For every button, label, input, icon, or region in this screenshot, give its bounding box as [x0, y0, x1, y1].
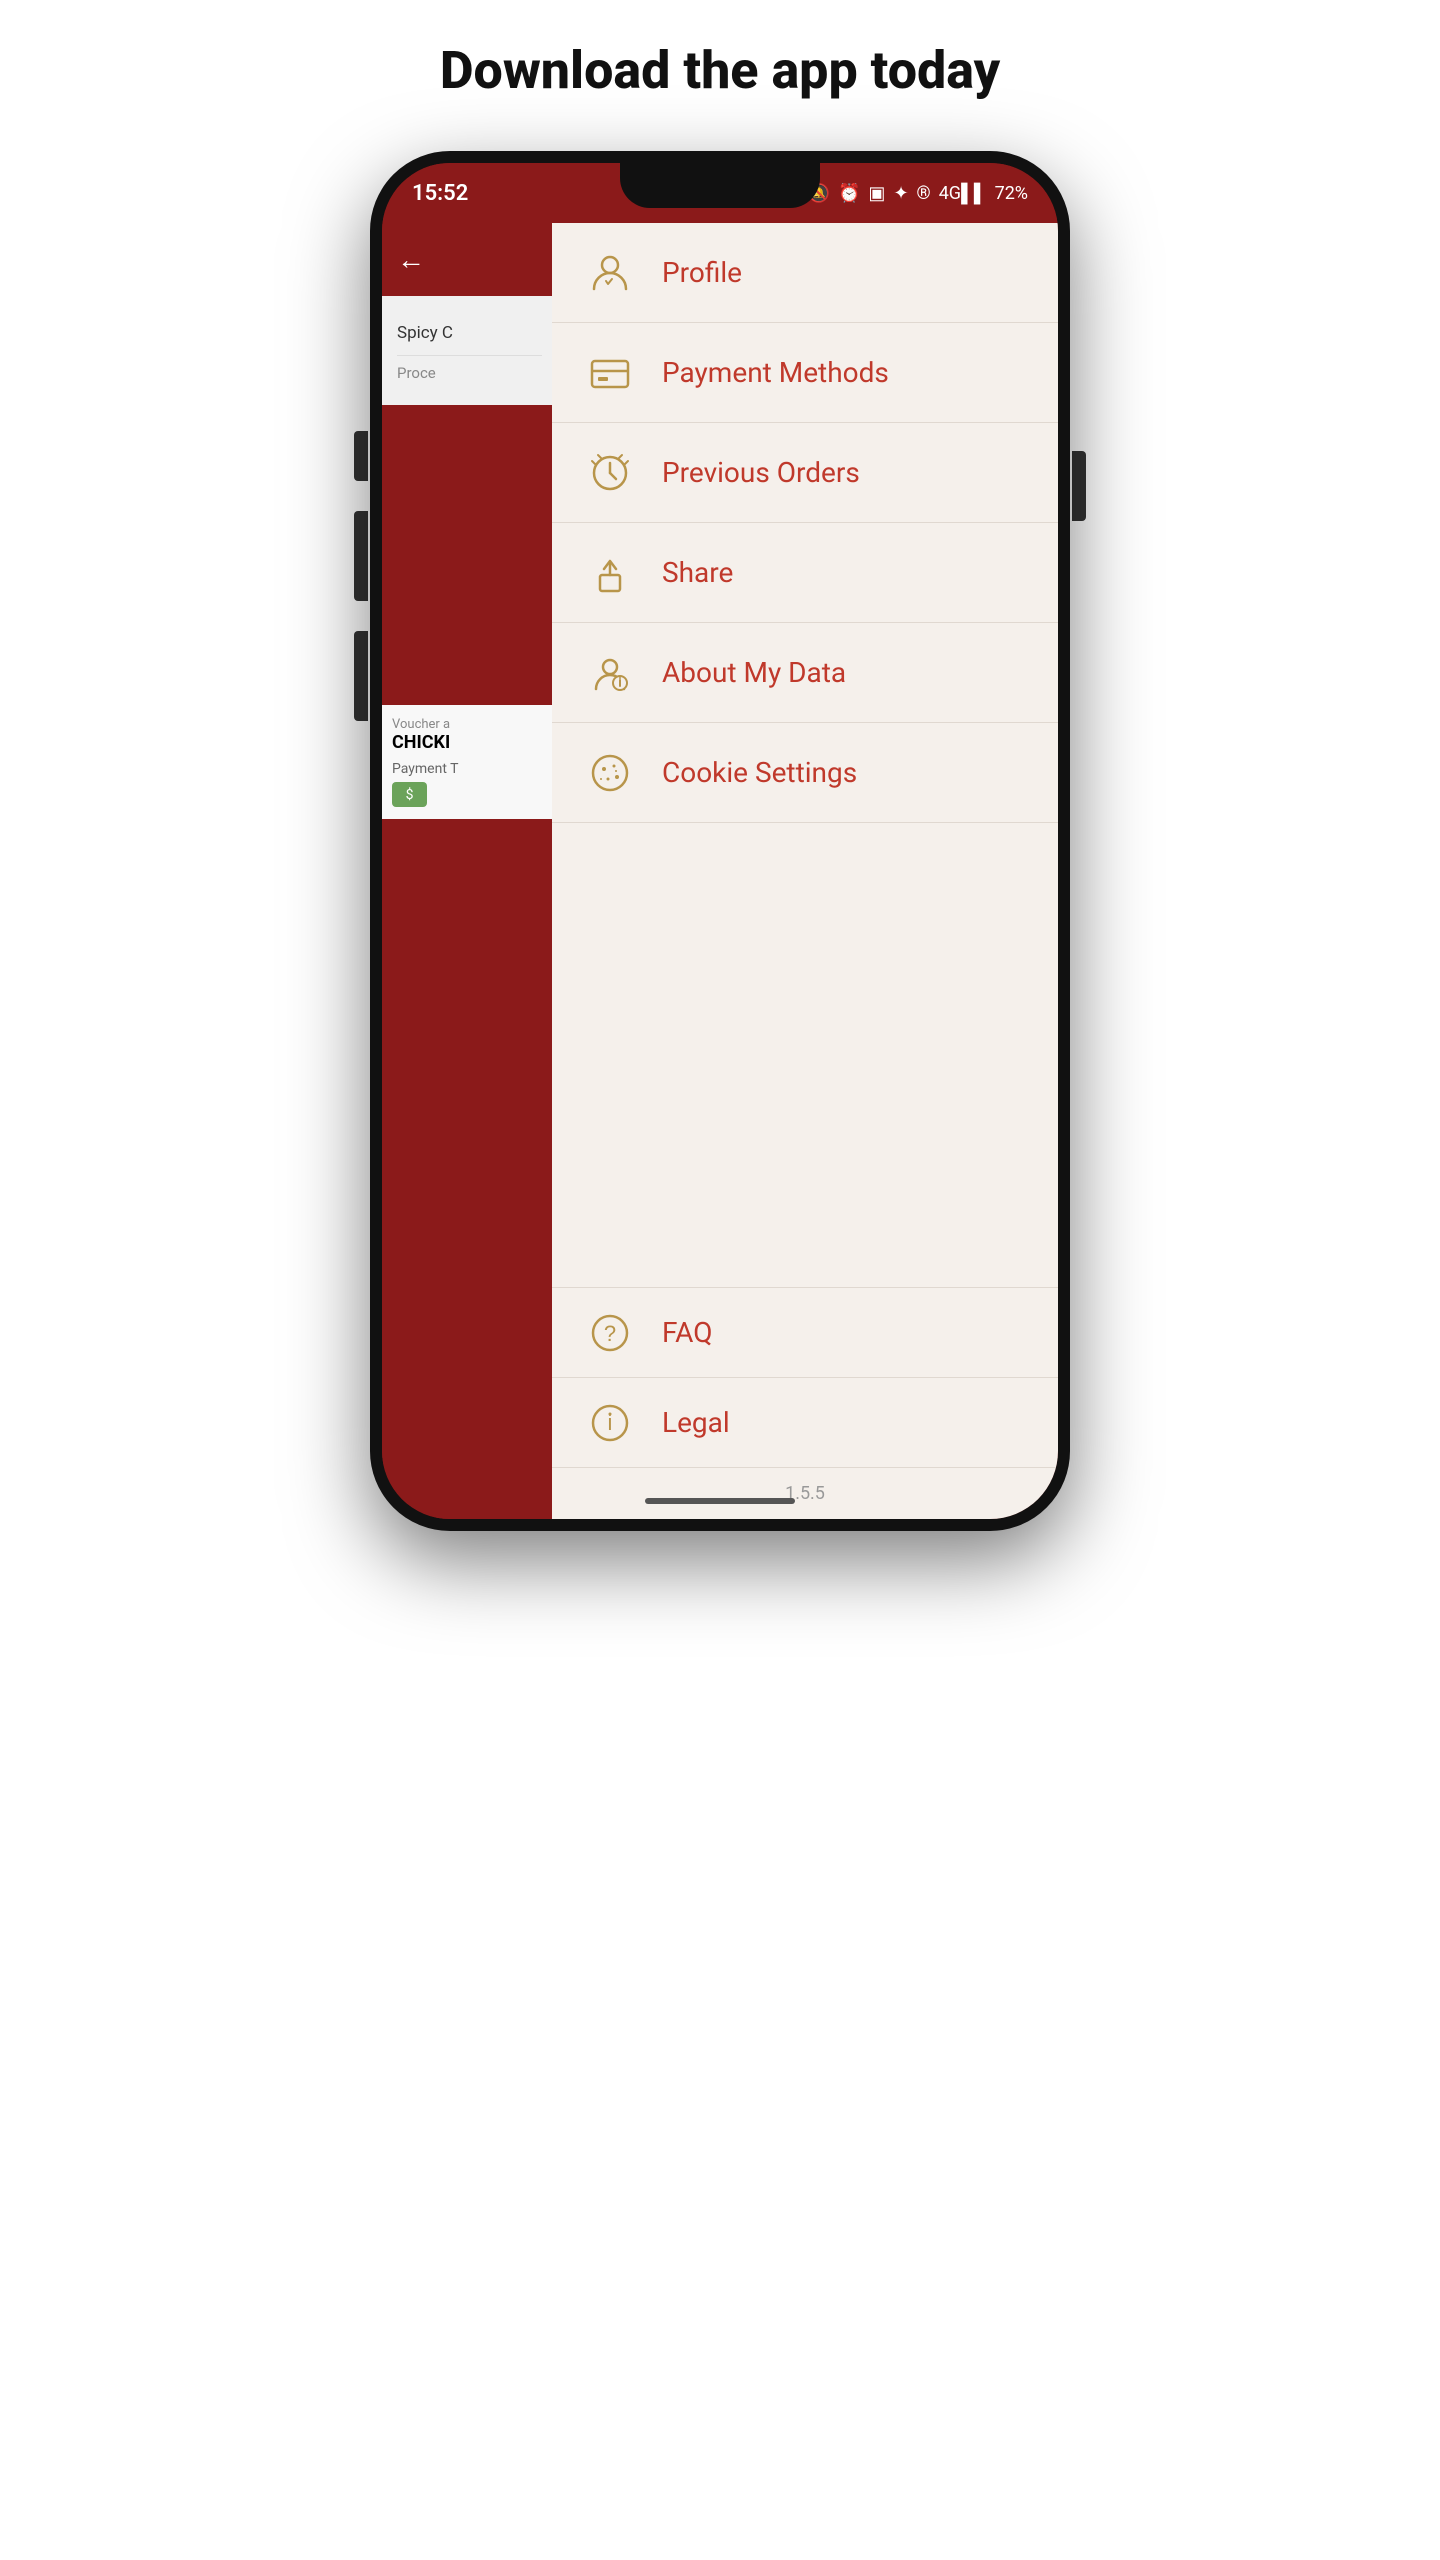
- version-text: 1.5.5: [552, 1468, 1058, 1519]
- home-indicator: [645, 1498, 795, 1504]
- legal-icon: i: [582, 1395, 637, 1450]
- notch: [620, 163, 820, 208]
- menu-item-cookie-settings[interactable]: Cookie Settings: [552, 723, 1058, 823]
- phone-mockup: 15:52 🔕 ⏰ ▣ ✦ ® 4G▌▌ 72% ← Spicy C: [370, 151, 1070, 1531]
- bg-voucher-label: Voucher a: [392, 717, 547, 732]
- share-icon: [582, 545, 637, 600]
- alarm-icon: ⏰: [838, 183, 860, 204]
- signal-icon: 4G▌▌: [939, 183, 987, 204]
- drawer-bottom: ? FAQ i Legal: [552, 1287, 1058, 1519]
- menu-item-previous-orders[interactable]: Previous Orders: [552, 423, 1058, 523]
- legal-label: Legal: [662, 1406, 730, 1439]
- menu-item-legal[interactable]: i Legal: [552, 1378, 1058, 1468]
- cookie-icon: [582, 745, 637, 800]
- volume-down-button: [354, 511, 368, 601]
- drawer-menu: Profile Payment Methods: [552, 223, 1058, 1287]
- bluetooth-icon: ✦: [893, 183, 908, 204]
- cookie-settings-label: Cookie Settings: [662, 756, 857, 789]
- phone-screen: 15:52 🔕 ⏰ ▣ ✦ ® 4G▌▌ 72% ← Spicy C: [382, 163, 1058, 1519]
- battery-indicator: 72%: [995, 183, 1028, 204]
- volume-up-button: [354, 431, 368, 481]
- profile-icon: [582, 245, 637, 300]
- profile-label: Profile: [662, 256, 742, 289]
- bg-order-item: Spicy C: [397, 311, 542, 356]
- menu-item-faq[interactable]: ? FAQ: [552, 1288, 1058, 1378]
- phone-frame: 15:52 🔕 ⏰ ▣ ✦ ® 4G▌▌ 72% ← Spicy C: [370, 151, 1070, 1531]
- power-button: [1072, 451, 1086, 521]
- side-drawer: Profile Payment Methods: [552, 223, 1058, 1519]
- page-title: Download the app today: [420, 40, 1020, 101]
- menu-item-about-data[interactable]: About My Data: [552, 623, 1058, 723]
- nfc-icon: ▣: [868, 183, 885, 204]
- back-arrow-icon[interactable]: ←: [397, 243, 425, 276]
- faq-icon: ?: [582, 1305, 637, 1360]
- bg-payment-label: Payment T: [392, 761, 547, 777]
- menu-item-share[interactable]: Share: [552, 523, 1058, 623]
- about-data-label: About My Data: [662, 656, 846, 689]
- bg-voucher-code: CHICKI: [392, 732, 547, 753]
- bg-app-header: ←: [382, 223, 557, 296]
- data-privacy-icon: [582, 645, 637, 700]
- payment-icon: [582, 345, 637, 400]
- previous-orders-label: Previous Orders: [662, 456, 860, 489]
- bg-payment-icon: $: [392, 782, 427, 807]
- bg-voucher-section: Voucher a CHICKI Payment T $: [382, 705, 557, 819]
- svg-text:?: ?: [603, 1321, 615, 1346]
- share-label: Share: [662, 556, 733, 589]
- status-icons: 🔕 ⏰ ▣ ✦ ® 4G▌▌ 72%: [808, 183, 1028, 204]
- registered-icon: ®: [917, 183, 931, 204]
- payment-methods-label: Payment Methods: [662, 356, 889, 389]
- bg-app-content: Spicy C Proce: [382, 296, 557, 405]
- orders-icon: [582, 445, 637, 500]
- menu-item-payment-methods[interactable]: Payment Methods: [552, 323, 1058, 423]
- status-time: 15:52: [412, 181, 468, 206]
- background-app: ← Spicy C Proce Voucher a CHICKI Payment…: [382, 223, 557, 1519]
- menu-item-profile[interactable]: Profile: [552, 223, 1058, 323]
- bg-order-status: Proce: [397, 356, 542, 390]
- silent-button: [354, 631, 368, 721]
- faq-label: FAQ: [662, 1316, 713, 1349]
